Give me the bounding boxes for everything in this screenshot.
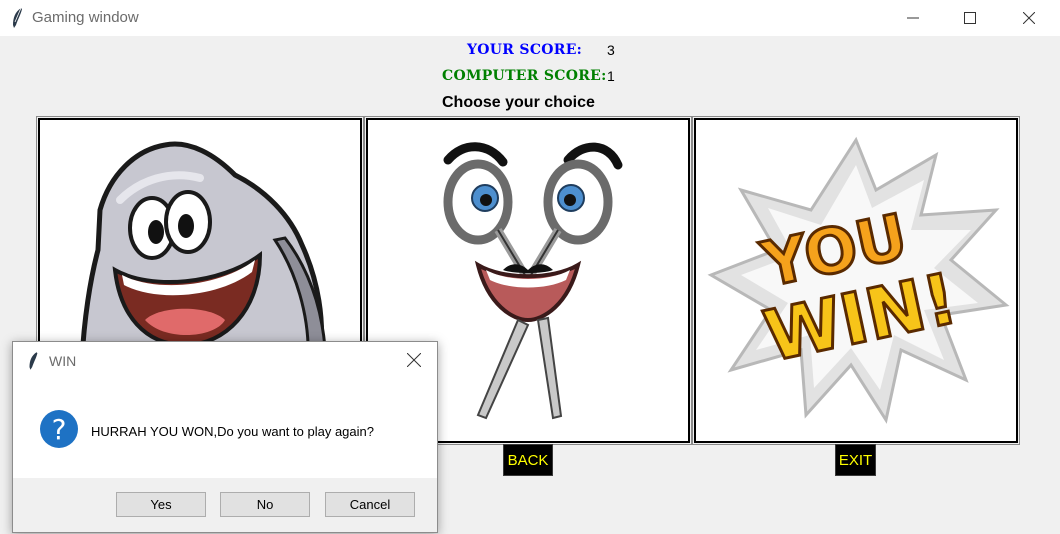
no-button[interactable]: No — [220, 492, 310, 517]
your-score-label: YOUR SCORE: — [467, 42, 583, 58]
your-score-value: 3 — [607, 42, 615, 58]
computer-score-value: 1 — [607, 68, 615, 84]
feather-icon — [13, 7, 22, 28]
minimize-icon — [907, 17, 919, 19]
close-icon[interactable] — [407, 353, 421, 367]
feather-icon — [29, 352, 38, 370]
title-bar: Gaming window — [0, 0, 1060, 36]
you-win-burst-icon: YOU WIN! — [707, 136, 1010, 424]
back-button[interactable]: BACK — [503, 444, 553, 476]
exit-button[interactable]: EXIT — [835, 444, 876, 476]
choice-prompt: Choose your choice — [442, 94, 595, 111]
close-button[interactable] — [1006, 0, 1052, 36]
dialog-title: WIN — [49, 353, 77, 369]
cancel-button[interactable]: Cancel — [325, 492, 415, 517]
computer-score-label: COMPUTER SCORE: — [442, 68, 607, 84]
maximize-button[interactable] — [947, 0, 993, 36]
minimize-button[interactable] — [890, 0, 936, 36]
maximize-icon — [964, 12, 976, 24]
dialog-message: HURRAH YOU WON,Do you want to play again… — [91, 424, 374, 439]
yes-button[interactable]: Yes — [116, 492, 206, 517]
close-icon — [1023, 12, 1035, 24]
win-dialog: WIN ? HURRAH YOU WON,Do you want to play… — [12, 341, 438, 533]
result-image: YOU WIN! — [692, 116, 1020, 445]
window-title: Gaming window — [32, 9, 139, 26]
question-icon: ? — [40, 410, 78, 448]
